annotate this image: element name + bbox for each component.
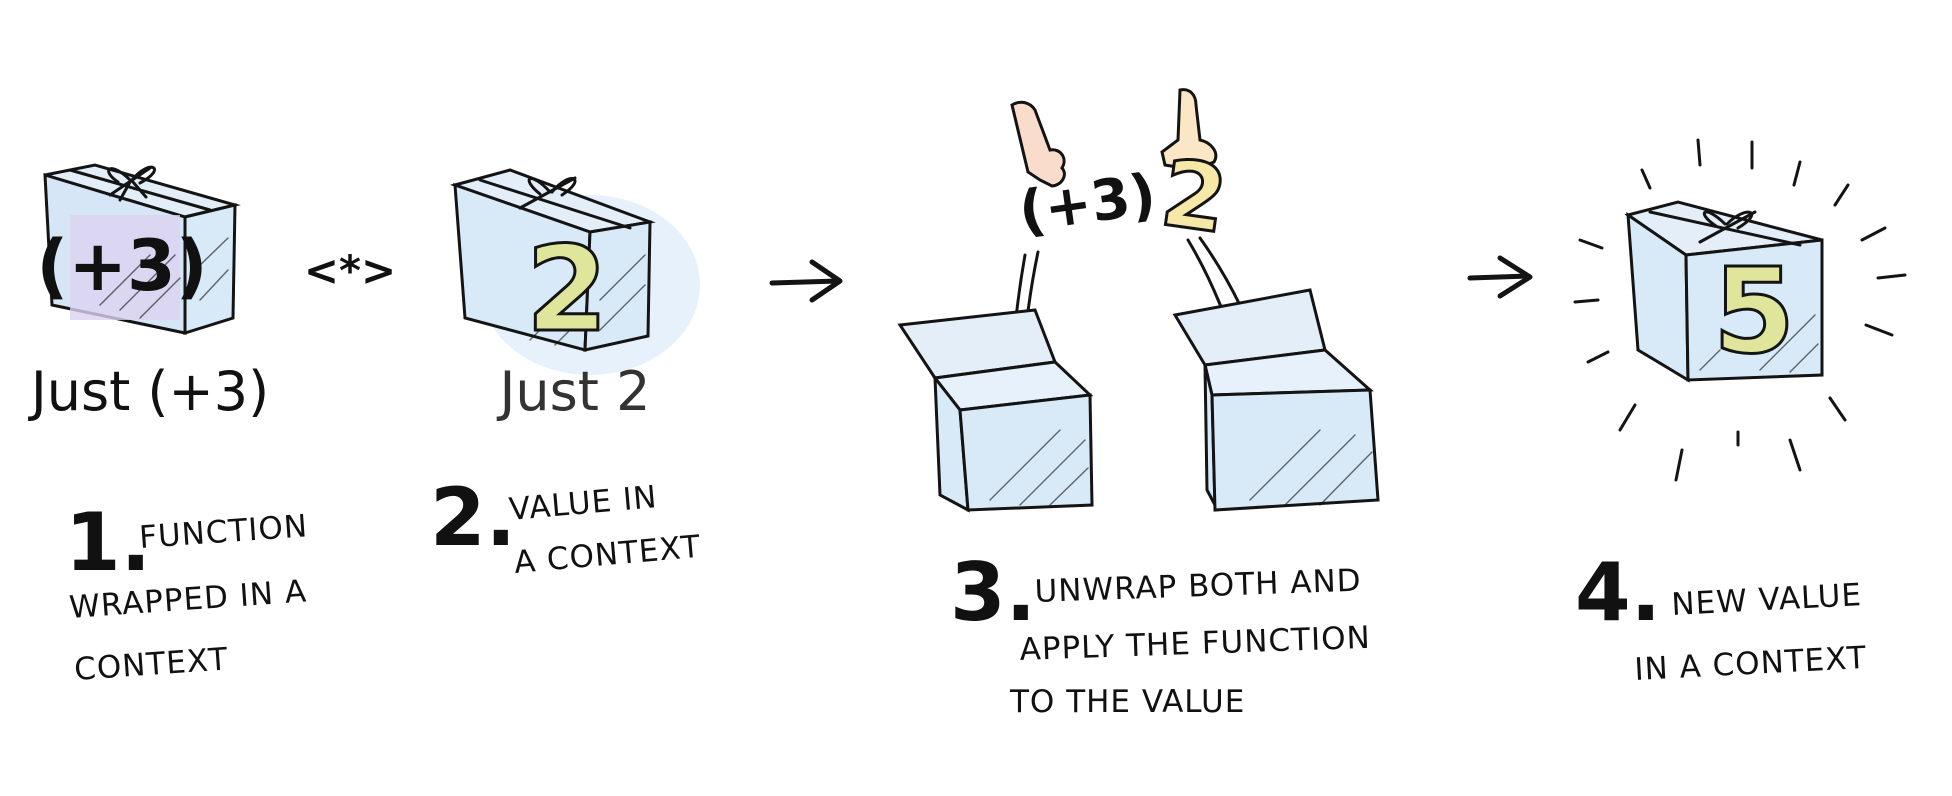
step-4: 4. NEW VALUE IN A CONTEXT — [1575, 546, 1868, 688]
step-2-number: 2. — [430, 471, 516, 564]
value-box-content: 2 — [526, 220, 608, 358]
step-3-number: 3. — [950, 546, 1036, 639]
hand-left-icon — [1010, 100, 1066, 188]
value-box-label: Just 2 — [497, 360, 651, 423]
arrow-right-icon — [769, 259, 843, 303]
step-1: 1. FUNCTION WRAPPED IN A CONTEXT — [65, 496, 309, 688]
step-2: 2. VALUE IN A CONTEXT — [430, 471, 702, 581]
apply-operator: <*> — [304, 246, 396, 295]
step-3-caption-line-2: APPLY THE FUNCTION — [1019, 620, 1371, 668]
step-1-caption-line-1: FUNCTION — [138, 508, 309, 556]
arrow-right-icon-2 — [1467, 255, 1533, 299]
result-box-content: 5 — [1713, 242, 1795, 380]
unwrapped-value: 2 — [1155, 139, 1233, 254]
step-4-caption-line-2: IN A CONTEXT — [1634, 640, 1868, 688]
open-box-right — [1172, 288, 1380, 512]
step-3-caption-line-1: UNWRAP BOTH AND — [1034, 563, 1362, 610]
step-3: 3. UNWRAP BOTH AND APPLY THE FUNCTION TO… — [950, 546, 1371, 720]
step-1-number: 1. — [65, 496, 151, 589]
open-box-left — [897, 308, 1094, 513]
applicative-diagram: (+3) Just (+3) <*> 2 Just 2 (+3) 2 5 1. … — [28, 88, 1907, 720]
function-box-content: (+3) — [36, 225, 207, 307]
step-4-number: 4. — [1575, 546, 1661, 639]
step-4-caption-line-1: NEW VALUE — [1671, 577, 1863, 623]
step-1-caption-line-3: CONTEXT — [73, 641, 230, 688]
function-box-label: Just (+3) — [28, 360, 269, 423]
step-3-caption-line-3: TO THE VALUE — [1009, 684, 1245, 720]
step-2-caption-line-2: A CONTEXT — [513, 529, 703, 581]
step-2-caption-line-1: VALUE IN — [508, 479, 659, 528]
